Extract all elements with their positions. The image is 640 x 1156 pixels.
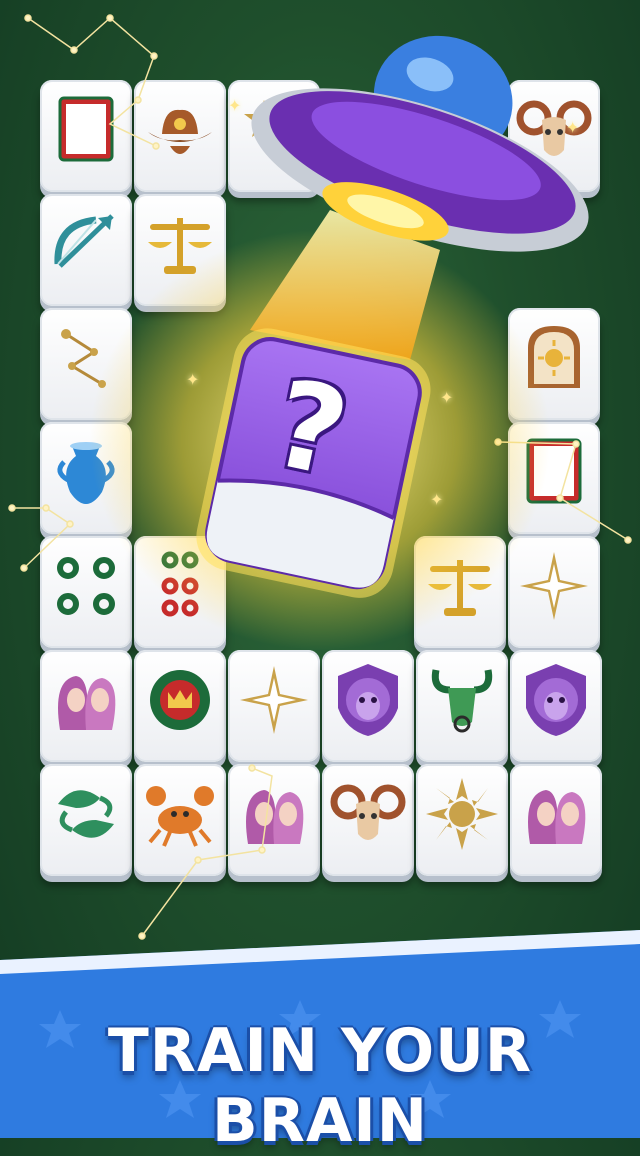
sparkle-icon: ✦ — [430, 490, 444, 509]
game-board: ? ✦ ✦ ✦ ✦ ✦ — [0, 0, 640, 940]
banner-title: TRAIN YOUR BRAIN — [107, 1016, 533, 1156]
sparkle-icon: ✦ — [228, 96, 242, 115]
sparkle-icon: ✦ — [440, 388, 454, 407]
sparkle-icon: ✦ — [566, 118, 580, 137]
sparkle-icon: ✦ — [186, 370, 200, 389]
mystery-symbol: ? — [261, 354, 359, 505]
